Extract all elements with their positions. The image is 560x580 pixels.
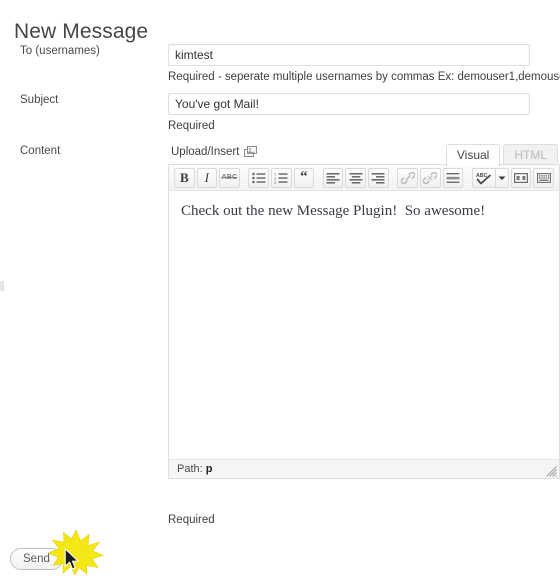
to-field-label: To (usernames) [20,45,100,57]
align-left-button[interactable] [322,167,344,188]
subject-field-column: Required [168,93,560,133]
send-button[interactable]: Send [10,548,63,570]
toolbar-separator [241,177,248,178]
editor-frame: B I ABC 1 2 3 “ ABC Check out the new Me… [168,164,560,479]
mouse-pointer-icon [64,548,80,572]
tab-html[interactable]: HTML [503,144,558,166]
tab-visual[interactable]: Visual [445,144,501,166]
left-gutter-stub [0,281,4,291]
unlink-icon-button[interactable] [419,167,441,188]
blockquote-button[interactable]: “ [293,167,315,188]
editor-toolbar: B I ABC 1 2 3 “ ABC [169,165,559,191]
fullscreen-button[interactable] [510,167,532,188]
to-field-column: Required - seperate multiple usernames b… [168,44,560,84]
strikethrough-button[interactable]: ABC [219,167,240,188]
upload-insert-label[interactable]: Upload/Insert [171,146,239,158]
content-editor: Upload/Insert Visual HTML B I ABC 1 2 3 … [168,144,560,479]
svg-text:3: 3 [274,180,277,184]
subject-field-help: Required [168,120,215,132]
content-field-help: Required [168,514,215,526]
toolbar-separator [464,177,471,178]
editor-status-bar: Path: p [169,459,559,478]
toolbar-separator [390,177,397,178]
status-path-prefix: Path: [177,463,203,475]
insert-link-icon-button[interactable] [397,167,418,188]
toolbar-separator [315,177,322,178]
resize-grip-icon[interactable] [546,465,557,477]
bold-button[interactable]: B [174,167,195,188]
bulleted-list-button[interactable] [248,167,270,188]
editor-body-text: Check out the new Message Plugin! So awe… [181,203,486,219]
spellcheck-button[interactable]: ABC [471,167,496,188]
italic-button[interactable]: I [196,167,218,188]
to-field-help: Required - seperate multiple usernames b… [168,71,560,83]
media-insert-icon[interactable] [244,146,258,160]
numbered-list-button[interactable]: 1 2 3 [271,167,292,188]
spellcheck-control: ABC [471,167,509,188]
insert-more-tag-icon-button[interactable] [442,167,464,188]
content-field-label: Content [20,145,61,157]
align-center-button[interactable] [345,167,367,188]
align-right-button[interactable] [368,167,389,188]
page-title: New Message [14,20,149,44]
subject-field-label: Subject [20,94,59,106]
subject-input[interactable] [168,93,530,115]
kitchen-sink-button[interactable] [533,167,554,188]
spellcheck-dropdown-caret-icon[interactable] [495,167,509,188]
editor-content-area[interactable]: Check out the new Message Plugin! So awe… [169,191,559,459]
editor-media-bar: Upload/Insert Visual HTML [168,144,560,166]
to-usernames-input[interactable] [168,44,530,66]
editor-mode-tabs: Visual HTML [443,144,558,166]
status-path-value: p [205,463,213,475]
